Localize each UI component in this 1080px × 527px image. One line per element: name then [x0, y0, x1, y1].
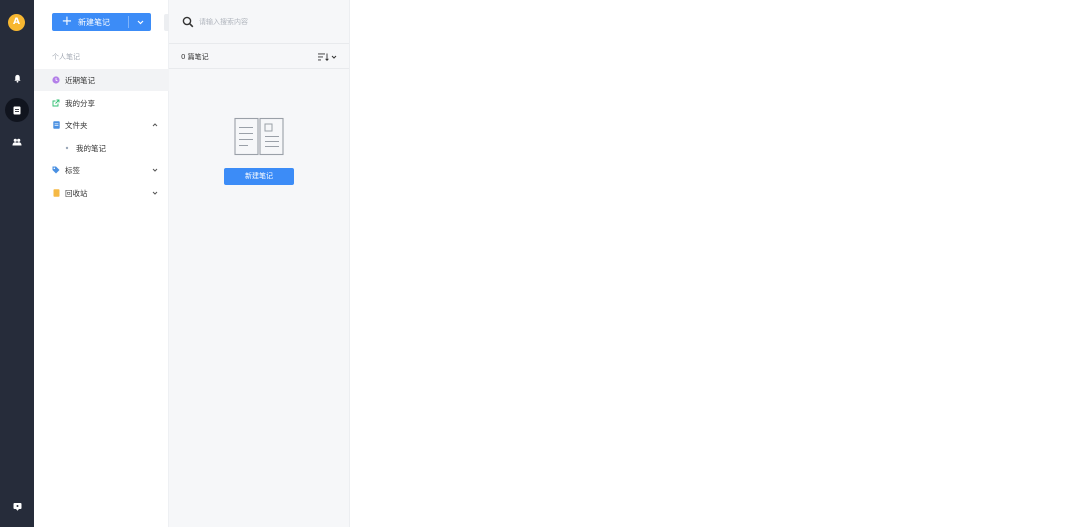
feedback-icon — [13, 502, 21, 511]
trash-icon — [52, 189, 60, 197]
chevron-down-icon[interactable] — [151, 189, 159, 197]
sidebar: + 新建笔记 个人笔记 近期笔记 我的分享 文件夹 我的笔记 标签 回收站 — [34, 0, 169, 527]
notes-button[interactable] — [5, 98, 29, 122]
empty-notes-illustration — [234, 117, 284, 156]
team-button[interactable] — [5, 130, 29, 154]
sidebar-item-folders[interactable]: 文件夹 — [34, 114, 169, 136]
sidebar-item-label: 我的分享 — [65, 98, 95, 108]
section-title: 个人笔记 — [52, 53, 80, 61]
sort-button[interactable] — [318, 53, 337, 61]
sidebar-item-my-notes[interactable]: 我的笔记 — [34, 137, 169, 159]
bell-icon — [13, 74, 21, 83]
team-icon — [12, 138, 22, 146]
note-icon — [13, 106, 21, 114]
bullet-icon — [63, 144, 71, 152]
sidebar-item-label: 标签 — [65, 165, 80, 175]
sidebar-item-recent[interactable]: 近期笔记 — [34, 69, 169, 91]
sidebar-item-label: 文件夹 — [65, 120, 88, 130]
search-bar — [169, 0, 349, 44]
plus-icon: + — [61, 14, 73, 29]
sidebar-item-label: 近期笔记 — [65, 75, 95, 85]
sidebar-item-tags[interactable]: 标签 — [34, 159, 169, 181]
tag-icon — [52, 166, 60, 174]
search-icon — [182, 16, 194, 27]
avatar-letter: A — [13, 17, 20, 27]
search-input[interactable] — [199, 17, 339, 26]
avatar[interactable]: A — [8, 14, 25, 31]
sidebar-item-shared[interactable]: 我的分享 — [34, 92, 169, 114]
notifications-button[interactable] — [5, 66, 29, 90]
note-list-panel: 0 篇笔记 新建笔记 — [169, 0, 350, 527]
folder-icon — [52, 121, 60, 129]
sidebar-item-label: 回收站 — [65, 188, 88, 198]
empty-new-note-button[interactable]: 新建笔记 — [224, 168, 294, 185]
sidebar-item-trash[interactable]: 回收站 — [34, 182, 169, 204]
sort-icon — [318, 53, 329, 61]
editor-area — [350, 0, 1080, 527]
chevron-down-icon[interactable] — [151, 166, 159, 174]
new-note-button[interactable]: + 新建笔记 — [52, 13, 151, 31]
new-note-label: 新建笔记 — [78, 17, 110, 27]
sidebar-item-label: 我的笔记 — [76, 143, 106, 153]
share-icon — [52, 99, 60, 107]
chevron-down-icon — [331, 55, 337, 59]
clock-icon — [52, 76, 60, 84]
note-count: 0 篇笔记 — [181, 52, 209, 61]
feedback-button[interactable] — [5, 494, 29, 518]
new-note-dropdown[interactable] — [129, 20, 151, 25]
chevron-up-icon[interactable] — [151, 121, 159, 129]
chevron-down-icon — [137, 20, 143, 24]
app-rail: A — [0, 0, 34, 527]
note-count-bar: 0 篇笔记 — [169, 45, 349, 69]
